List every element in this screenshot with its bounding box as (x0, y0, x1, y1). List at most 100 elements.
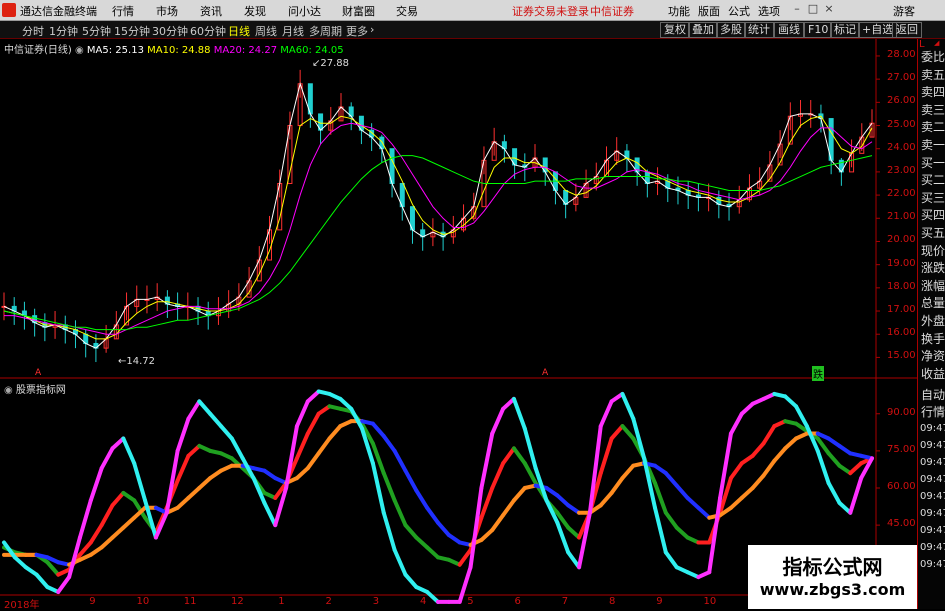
side-label: 卖五 (921, 67, 945, 82)
indicator-line-k (425, 545, 440, 560)
indicator-line-k (381, 471, 397, 503)
tab-5min[interactable]: 5分钟 (82, 23, 111, 39)
indicator-line-k (305, 411, 321, 436)
indicator-line-k (457, 547, 473, 567)
price-tick-label: 20.00 (887, 234, 916, 246)
tab-monthly[interactable]: 月线 (282, 23, 304, 39)
tab-1min[interactable]: 1分钟 (49, 23, 78, 39)
high-price-label: ↙27.88 (312, 58, 350, 69)
chevron-right-icon[interactable]: › (370, 23, 374, 36)
menu-item-news[interactable]: 资讯 (200, 3, 222, 19)
login-notice[interactable]: 证券交易未登录 (512, 3, 589, 19)
tick-time: 09:47 (920, 440, 945, 451)
mark-button[interactable]: 标记 (830, 22, 860, 38)
menu-item-market[interactable]: 行情 (112, 3, 134, 19)
indicator-line-j (175, 416, 191, 453)
overlay-button[interactable]: 叠加 (688, 22, 718, 38)
side-label: 买一 (921, 155, 945, 170)
indicator-line-j (620, 391, 636, 421)
indicator-line-d (739, 486, 755, 500)
indicator-line-j (663, 550, 679, 570)
tab-30min[interactable]: 30分钟 (152, 23, 188, 39)
indicator-line-d (750, 473, 766, 490)
price-tick-label: 27.00 (887, 72, 916, 84)
indicator-line-j (121, 436, 137, 466)
indicator-line-k (99, 503, 115, 528)
tab-daily[interactable]: 日线 (228, 23, 250, 39)
menu-item-exchange[interactable]: 市场 (156, 3, 178, 19)
indicator-line-d (783, 436, 799, 451)
indicator-line-j (501, 396, 516, 411)
side-label: 现价 (921, 243, 945, 258)
back-button[interactable]: 返回 (892, 22, 922, 38)
indicator-line-d (479, 528, 495, 542)
indicator-line-j (110, 436, 126, 451)
indicator-line-j (77, 498, 93, 540)
menu-item-wealth[interactable]: 财富圈 (342, 3, 375, 19)
indicator-line-j (728, 411, 744, 436)
indicator-line-k (750, 441, 766, 458)
indicator-line-d (175, 495, 191, 510)
indicator-line-k (479, 486, 495, 520)
menu-item-ask[interactable]: 问小达 (288, 3, 321, 19)
tick-time: 09:47 (920, 457, 945, 468)
indicator-line-k (392, 498, 408, 528)
menu-item-discover[interactable]: 发现 (244, 3, 266, 19)
f10-button[interactable]: F10 (804, 22, 833, 38)
tab-multi-period[interactable]: 多周期 (309, 23, 342, 39)
price-tick-label: 16.00 (887, 327, 916, 339)
ma-line-ma20 (4, 122, 873, 335)
side-lower-label[interactable]: 行情 (921, 404, 945, 420)
tick-time: 09:47 (920, 508, 945, 519)
tick-time: 09:47 (920, 423, 945, 434)
tab-intraday[interactable]: 分时 (22, 23, 44, 39)
tab-60min[interactable]: 60分钟 (190, 23, 226, 39)
app-title: 通达信金融终端 (20, 5, 97, 18)
date-tick-label: 1 (278, 596, 285, 607)
ma-line-ma60 (3, 155, 873, 331)
close-icon[interactable]: × (822, 2, 836, 16)
menu-item-options[interactable]: 选项 (758, 3, 780, 19)
menu-item-formula[interactable]: 公式 (728, 3, 750, 19)
indicator-line-k (663, 510, 679, 530)
indicator-line-k (414, 535, 430, 550)
indicator-line-k (598, 436, 614, 476)
tab-more[interactable]: 更多 (346, 23, 368, 39)
draw-line-button[interactable]: 画线 (774, 22, 804, 38)
indicator-line-j (262, 500, 278, 528)
side-lower-label[interactable]: 自动 (921, 387, 945, 403)
indicator-line-d (392, 448, 408, 473)
indicator-line-k (609, 424, 625, 441)
maximize-icon[interactable]: □ (806, 2, 820, 16)
tab-15min[interactable]: 15分钟 (114, 23, 150, 39)
indicator-line-d (305, 451, 321, 471)
adjust-button[interactable]: 复权 (660, 22, 690, 38)
indicator-line-k (501, 446, 516, 466)
tick-time: 09:47 (920, 525, 945, 536)
menu-item-function[interactable]: 功能 (668, 3, 690, 19)
indicator-line-j (294, 399, 310, 429)
indicator-line-k (511, 446, 527, 466)
indicator-line-j (826, 481, 842, 505)
indicator-tick-label: 60.00 (887, 481, 916, 492)
stats-button[interactable]: 统计 (744, 22, 774, 38)
side-label: 换手 (921, 331, 945, 346)
menu-item-layout[interactable]: 版面 (698, 3, 720, 19)
indicator-line-d (110, 525, 126, 540)
side-label: 卖二 (921, 120, 945, 135)
quote-side-panel: L ◢ 委比 卖五 卖四 卖三 卖二 卖一 买一 买二 买三 买四 买五 现价 涨跌 涨幅 总量 外盘 换手 净资… (917, 39, 945, 609)
multi-stock-button[interactable]: 多股 (716, 22, 746, 38)
indicator-tick-label: 90.00 (887, 406, 916, 418)
menu-item-trade[interactable]: 交易 (396, 3, 418, 19)
indicator-line-d (370, 421, 386, 439)
indicator-line-d (728, 495, 744, 510)
tab-weekly[interactable]: 周线 (255, 23, 277, 39)
price-tick-label: 19.00 (887, 257, 916, 269)
indicator-line-d (685, 495, 701, 510)
guest-user[interactable]: 游客 (893, 3, 915, 19)
minimize-icon[interactable]: – (790, 2, 804, 16)
indicator-line-j (653, 505, 668, 555)
date-tick-label: 7 (561, 596, 569, 607)
price-chart[interactable] (0, 39, 917, 609)
period-toolbar: 分时 1分钟 5分钟 15分钟 30分钟 60分钟 日线 周线 月线 多周期 更… (0, 21, 945, 39)
